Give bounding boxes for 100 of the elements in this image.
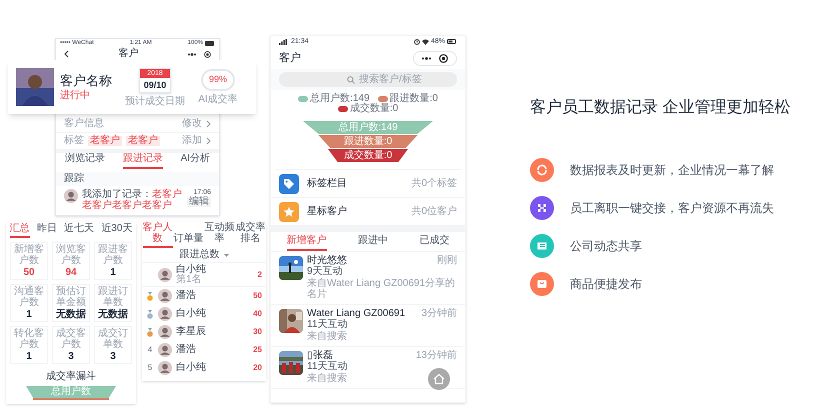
back-icon[interactable] — [64, 50, 69, 58]
person-name: 白小纯 — [176, 363, 207, 373]
rank-value: 20 — [253, 364, 262, 372]
tab[interactable]: 客户人数 — [142, 222, 172, 248]
person-name: 潘浩 — [176, 291, 197, 301]
customer-row[interactable]: Water Liang GZ00691 3分钟前 11天互动 来自搜索 — [271, 305, 465, 347]
interaction-label: 11天互动 — [307, 362, 348, 372]
person-name: 潘浩 — [176, 345, 197, 355]
battery-icon — [447, 39, 457, 44]
tab[interactable]: 浏览记录 — [64, 153, 105, 169]
stat-value: 3 — [110, 352, 116, 362]
record-text: 我添加了记录：老客户老客户老客户老客户 — [82, 189, 183, 211]
target-icon[interactable] — [204, 50, 211, 58]
feature-text: 员工离职一键交接，客户资源不再流失 — [570, 202, 774, 214]
section-label: 跟踪 — [56, 172, 219, 186]
stat-value: 无数据 — [56, 310, 86, 320]
source-label: 来自搜索 — [307, 331, 347, 342]
tab[interactable]: 近七天 — [64, 224, 94, 238]
stat-value: 1 — [110, 268, 116, 278]
feature-text: 商品便捷发布 — [570, 278, 642, 290]
menu-info: 共0位客户 — [411, 206, 457, 216]
tab[interactable]: 近30天 — [101, 224, 132, 238]
calendar-date: 09/10 — [144, 78, 166, 92]
tab[interactable]: 互动频率 — [204, 222, 234, 248]
tab[interactable]: 已成交 — [419, 236, 450, 251]
row-label: 标签 — [64, 136, 84, 146]
menu-item[interactable]: 标签栏目 共0个标签 — [271, 170, 465, 198]
stat-value: 50 — [23, 268, 35, 278]
tab[interactable]: 昨日 — [36, 224, 57, 238]
more-icon[interactable] — [422, 56, 431, 60]
stat-label: 跟进订单数 — [97, 286, 129, 308]
stat-value: 1 — [26, 310, 32, 320]
avatar — [64, 189, 78, 203]
feature-title: 客户员工数据记录 企业管理更加轻松 — [530, 100, 792, 116]
stat-label: 预估订单金额 — [55, 286, 87, 308]
interaction-label: 11天互动 — [307, 320, 348, 330]
person-name: 李星辰 — [176, 327, 207, 337]
edit-button[interactable]: 编辑 — [187, 197, 211, 207]
stat-label: 转化客户数 — [13, 328, 45, 350]
battery-icon — [205, 40, 215, 46]
customer-time: 13分钟前 — [416, 351, 457, 361]
stat-label: 跟进客户数 — [97, 244, 129, 266]
target-icon[interactable] — [439, 54, 448, 62]
tab[interactable]: 跟进中 — [358, 236, 388, 251]
search-field[interactable]: 搜索客户/标签 — [279, 72, 457, 87]
source-label: 来自搜索 — [307, 373, 347, 384]
alarm-icon — [414, 38, 420, 44]
nav-title: 客户 — [118, 49, 138, 59]
capsule-menu[interactable] — [413, 50, 457, 66]
customer-time: 3分钟前 — [421, 309, 457, 319]
stat-label: 沟通客户数 — [13, 286, 45, 308]
nav-title: 客户 — [279, 52, 301, 64]
rank-value: 25 — [253, 346, 262, 354]
rank-value: 30 — [253, 328, 262, 336]
funnel-stage: 总用户数:149 — [303, 121, 433, 134]
filter-dropdown[interactable]: 跟进总数 — [180, 250, 220, 260]
funnel-stage: 跟进数量:0 — [318, 135, 418, 148]
date-label: 预计成交日期 — [125, 96, 185, 106]
menu-label: 星标客户 — [307, 206, 348, 216]
home-icon — [433, 373, 445, 385]
legend-label: 跟进数量:0 — [390, 94, 438, 104]
tab[interactable]: AI分析 — [180, 153, 210, 169]
rank-value: 2 — [258, 270, 262, 278]
avatar — [158, 361, 172, 375]
caret-icon — [224, 254, 228, 256]
stat-value: 94 — [65, 268, 77, 278]
menu-label: 标签栏目 — [307, 178, 348, 188]
tab[interactable]: 跟进记录 — [122, 153, 163, 169]
avatar — [16, 68, 54, 106]
tag: 老客户 — [88, 136, 122, 146]
rank-sub: 第1名 — [176, 274, 203, 284]
rank-number: 4 — [148, 346, 152, 354]
feature-text: 公司动态共享 — [570, 240, 642, 252]
source-label: 来自Water Liang GZ00691分享的名片 — [307, 278, 456, 300]
menu-info: 共0个标签 — [411, 178, 457, 188]
row-label: 客户信息 — [64, 119, 104, 129]
funnel-title: 成交率漏斗 — [45, 372, 97, 382]
rate-label: AI成交率 — [198, 95, 238, 105]
more-icon[interactable] — [188, 52, 196, 56]
person-name: 白小纯 — [176, 264, 207, 274]
tab[interactable]: 订单量 — [174, 233, 204, 248]
tag-icon — [279, 174, 299, 194]
tab[interactable]: 新增客户 — [286, 236, 327, 251]
customer-row[interactable]: 时光悠悠 刚刚 9天互动 来自Water Liang GZ00691分享的名片 — [271, 252, 465, 305]
stat-value: 1 — [26, 352, 32, 362]
legend-label: 总用户数:149 — [310, 94, 370, 104]
person-name: 白小纯 — [176, 309, 207, 319]
stat-value: 3 — [68, 352, 74, 362]
funnel-stage: 成交数量:0 — [328, 149, 408, 162]
tab[interactable]: 成交率排名 — [236, 222, 266, 248]
signal-icon — [279, 38, 287, 44]
rate-badge: 99% — [201, 69, 235, 91]
search-icon — [347, 76, 355, 84]
customer-time: 刚刚 — [437, 256, 457, 266]
interaction-label: 9天互动 — [307, 267, 344, 277]
tab[interactable]: 汇总 — [10, 224, 30, 238]
avatar — [158, 343, 172, 357]
legend-label: 成交数量:0 — [350, 104, 398, 114]
status-label: 进行中 — [60, 90, 91, 100]
customer-name: Water Liang GZ00691 — [307, 309, 406, 319]
